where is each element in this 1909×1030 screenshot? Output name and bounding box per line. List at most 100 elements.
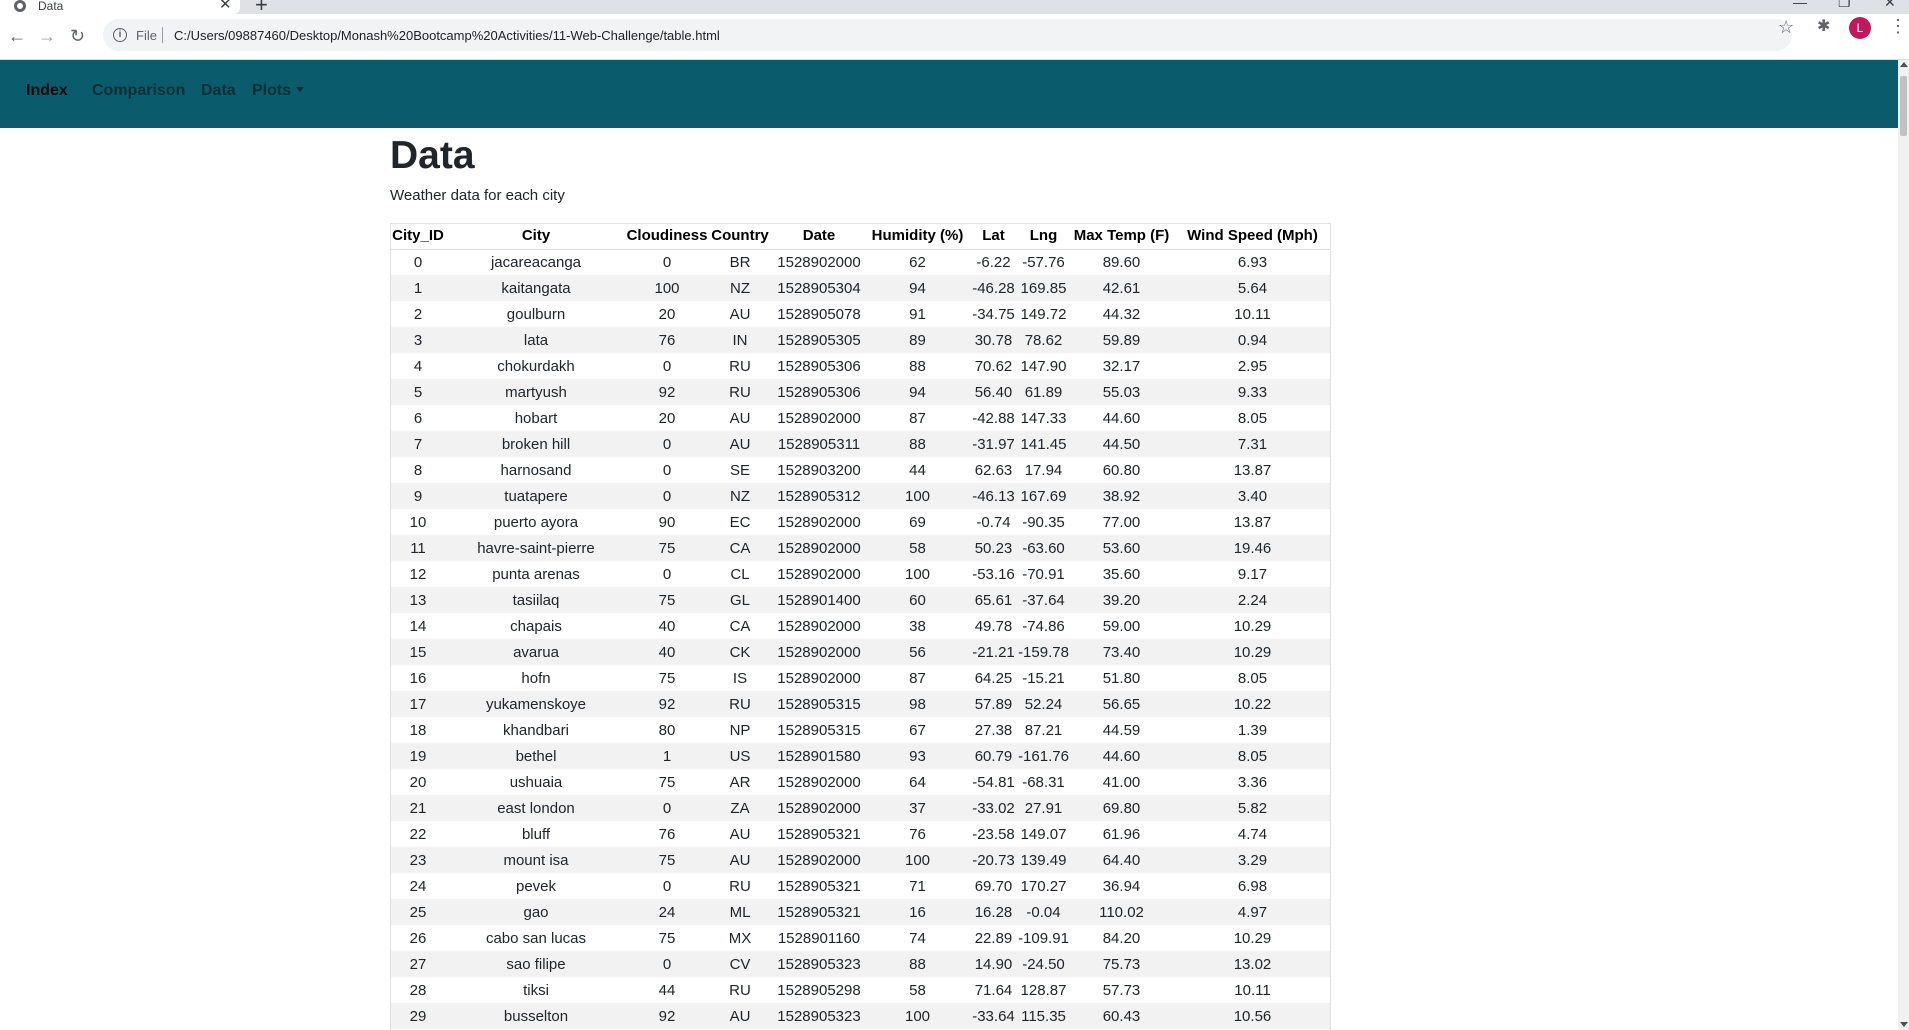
- column-header: Wind Speed (Mph): [1174, 223, 1331, 250]
- close-tab-icon[interactable]: ✕: [219, 0, 232, 12]
- table-cell: 76: [626, 327, 708, 353]
- table-cell: 38: [866, 613, 969, 639]
- table-cell: 1528902000: [772, 613, 866, 639]
- bookmark-star-icon[interactable]: ☆: [1778, 18, 1794, 36]
- table-cell: 1528902000: [772, 795, 866, 821]
- browser-tab[interactable]: Data ✕: [0, 0, 240, 14]
- table-cell: 88: [866, 951, 969, 977]
- table-cell: 44.59: [1069, 717, 1174, 743]
- table-cell: AU: [708, 301, 772, 327]
- table-cell: RU: [708, 379, 772, 405]
- minimize-icon[interactable]: —: [1793, 0, 1807, 9]
- url-text[interactable]: C:/Users/09887460/Desktop/Monash%20Bootc…: [174, 28, 720, 43]
- info-icon[interactable]: i: [113, 28, 127, 42]
- table-row: 14 chapais 40 CA 1528902000 38 49.78 -74.86 59.0…: [390, 613, 1331, 639]
- table-cell: 44.32: [1069, 301, 1174, 327]
- table-cell: 1.39: [1174, 717, 1331, 743]
- browser-menu-icon[interactable]: ⋮: [1889, 17, 1907, 35]
- table-cell: chokurdakh: [446, 353, 626, 379]
- address-bar[interactable]: i File C:/Users/09887460/Desktop/Monash%…: [103, 19, 1792, 51]
- table-cell: -109.91: [1018, 925, 1069, 951]
- column-header: City: [446, 223, 626, 250]
- window-close-icon[interactable]: ✕: [1884, 0, 1896, 9]
- table-cell: 110.02: [1069, 899, 1174, 925]
- table-cell: -70.91: [1018, 561, 1069, 587]
- table-cell: 98: [866, 691, 969, 717]
- table-cell: BR: [708, 249, 772, 275]
- table-cell: 16.28: [969, 899, 1018, 925]
- table-cell: -15.21: [1018, 665, 1069, 691]
- table-cell: 53.60: [1069, 535, 1174, 561]
- table-cell: AU: [708, 821, 772, 847]
- table-cell: 60.43: [1069, 1003, 1174, 1029]
- nav-link-plots[interactable]: Plots: [252, 83, 305, 99]
- restore-icon[interactable]: ❐: [1838, 0, 1851, 9]
- table-cell: 11: [390, 535, 446, 561]
- page-scrollbar[interactable]: [1898, 60, 1909, 1030]
- table-cell: 1528905306: [772, 379, 866, 405]
- table-row: 27 sao filipe 0 CV 1528905323 88 14.90 -24.50 75…: [390, 951, 1331, 977]
- table-cell: 27: [390, 951, 446, 977]
- page-title: Data: [390, 134, 475, 177]
- table-cell: 23: [390, 847, 446, 873]
- table-cell: CL: [708, 561, 772, 587]
- table-cell: lata: [446, 327, 626, 353]
- tab-title: Data: [38, 0, 64, 13]
- extensions-icon[interactable]: ✱: [1817, 19, 1830, 35]
- table-cell: 17: [390, 691, 446, 717]
- table-cell: gao: [446, 899, 626, 925]
- table-cell: 27.91: [1018, 795, 1069, 821]
- table-cell: 64.40: [1069, 847, 1174, 873]
- scroll-thumb[interactable]: [1900, 76, 1907, 136]
- table-cell: CV: [708, 951, 772, 977]
- browser-toolbar: ← → ↻ i File C:/Users/09887460/Desktop/M…: [0, 14, 1909, 60]
- table-cell: -54.81: [969, 769, 1018, 795]
- table-cell: -37.64: [1018, 587, 1069, 613]
- nav-link-index[interactable]: Index: [26, 83, 68, 99]
- table-cell: 10.29: [1174, 639, 1331, 665]
- table-cell: 18: [390, 717, 446, 743]
- reload-icon[interactable]: ↻: [70, 27, 85, 45]
- table-cell: 89.60: [1069, 249, 1174, 275]
- page-subtitle: Weather data for each city: [390, 187, 565, 204]
- table-cell: EC: [708, 509, 772, 535]
- table-cell: 3: [390, 327, 446, 353]
- table-cell: 1528902000: [772, 847, 866, 873]
- site-navbar: Index Comparison Data Plots: [0, 60, 1898, 128]
- table-cell: 44: [866, 457, 969, 483]
- forward-icon[interactable]: →: [38, 27, 56, 45]
- profile-avatar[interactable]: L: [1849, 17, 1871, 39]
- browser-tab-strip: Data ✕ + — ❐ ✕: [0, 0, 1909, 16]
- table-cell: 1528902000: [772, 665, 866, 691]
- scroll-up-icon[interactable]: [1900, 62, 1908, 67]
- table-cell: 3.29: [1174, 847, 1331, 873]
- table-row: 28 tiksi 44 RU 1528905298 58 71.64 128.87 57.73 1…: [390, 977, 1331, 1003]
- table-row: 15 avarua 40 CK 1528902000 56 -21.21 -159.78 73.…: [390, 639, 1331, 665]
- table-cell: US: [708, 743, 772, 769]
- table-cell: 13.87: [1174, 509, 1331, 535]
- table-cell: 69: [866, 509, 969, 535]
- table-cell: 17.94: [1018, 457, 1069, 483]
- table-cell: 0: [626, 873, 708, 899]
- scroll-down-icon[interactable]: [1900, 1022, 1908, 1027]
- table-cell: 71: [866, 873, 969, 899]
- table-cell: RU: [708, 691, 772, 717]
- table-cell: NZ: [708, 483, 772, 509]
- table-cell: 1528905312: [772, 483, 866, 509]
- table-cell: kaitangata: [446, 275, 626, 301]
- table-cell: 9.17: [1174, 561, 1331, 587]
- table-cell: 80: [626, 717, 708, 743]
- table-cell: 69.80: [1069, 795, 1174, 821]
- table-cell: punta arenas: [446, 561, 626, 587]
- table-cell: ushuaia: [446, 769, 626, 795]
- table-cell: 10.11: [1174, 301, 1331, 327]
- table-row: 18 khandbari 80 NP 1528905315 67 27.38 87.21 44.…: [390, 717, 1331, 743]
- table-cell: 128.87: [1018, 977, 1069, 1003]
- table-cell: bluff: [446, 821, 626, 847]
- back-icon[interactable]: ←: [8, 27, 26, 45]
- table-cell: 89: [866, 327, 969, 353]
- table-cell: 60: [866, 587, 969, 613]
- nav-link-data[interactable]: Data: [201, 83, 236, 99]
- nav-link-comparison[interactable]: Comparison: [92, 83, 185, 99]
- table-cell: 94: [866, 379, 969, 405]
